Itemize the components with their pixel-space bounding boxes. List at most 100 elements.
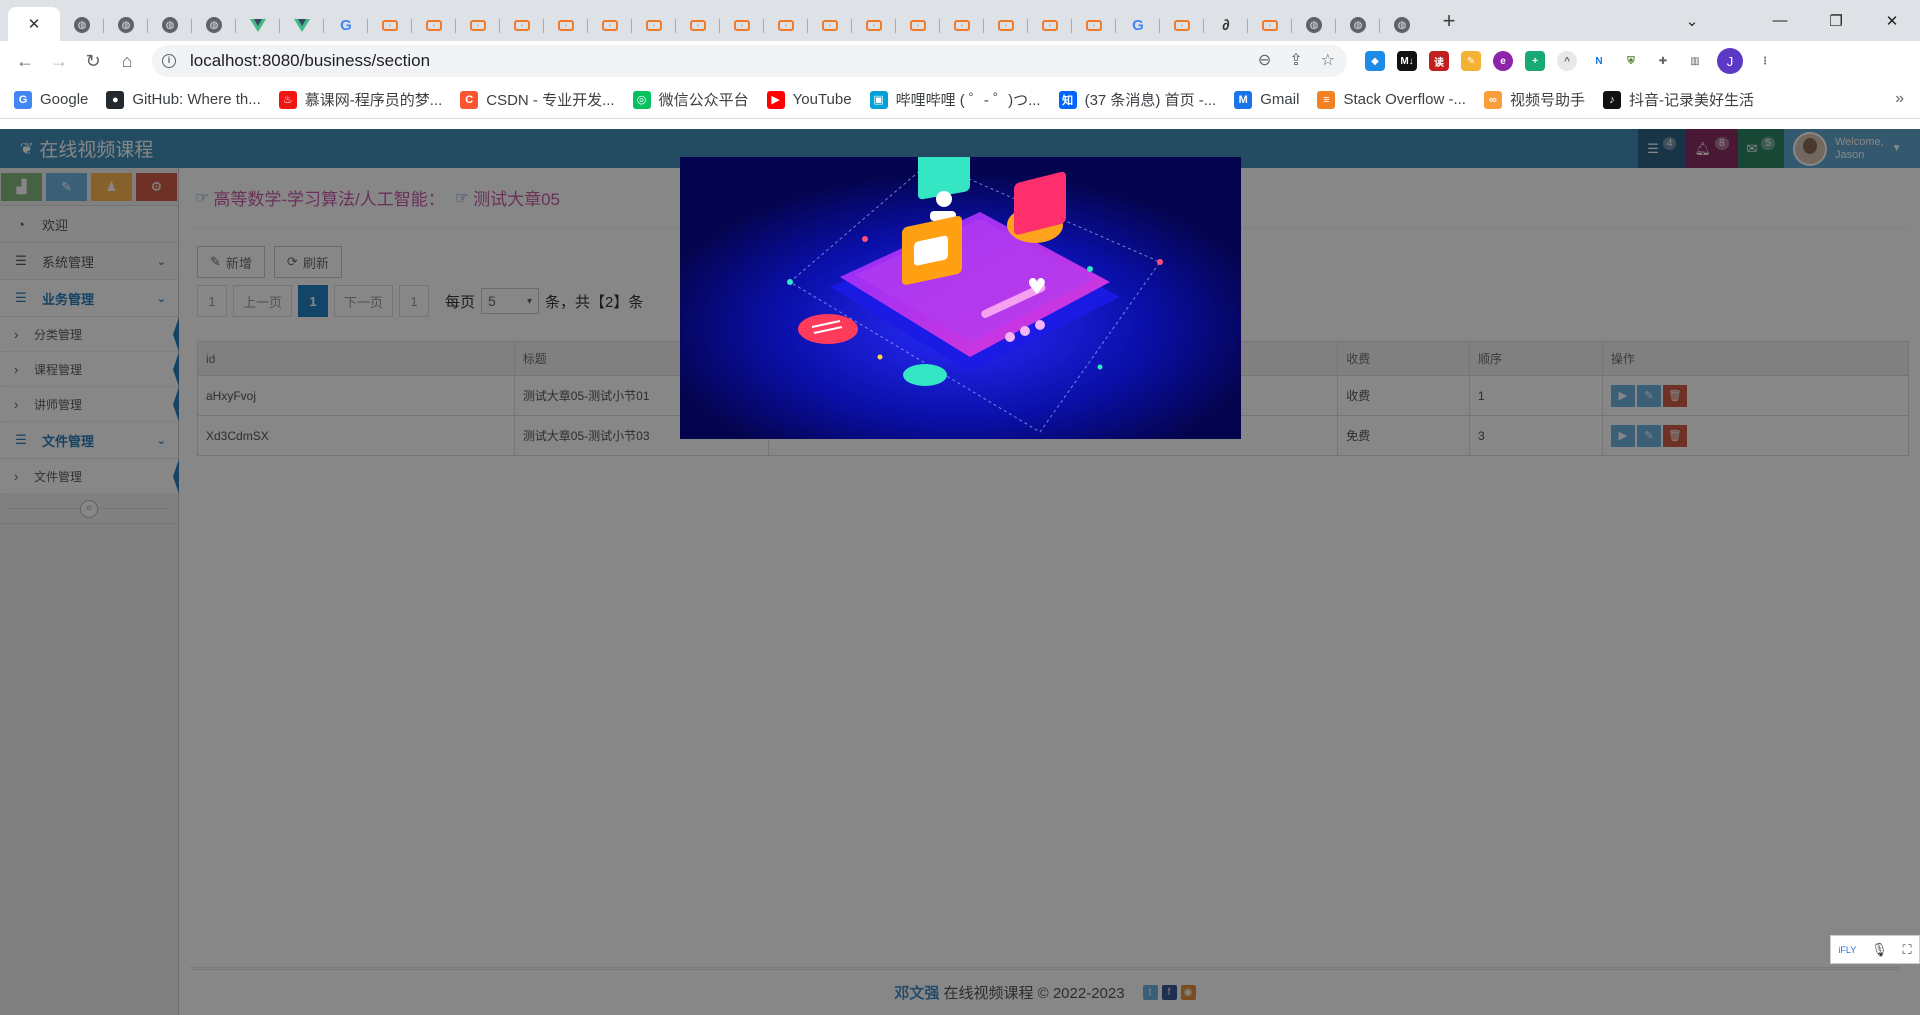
restore-button[interactable]: ❐ [1808, 0, 1864, 41]
reload-button[interactable]: ↻ [76, 44, 110, 78]
browser-tab[interactable]: · [456, 9, 500, 41]
markdown-extension-icon[interactable]: M↓ [1397, 51, 1417, 71]
bookmarks-more-button[interactable]: » [1895, 90, 1904, 108]
share-icon[interactable]: ⇪ [1289, 50, 1302, 70]
extension-icon[interactable]: e [1493, 51, 1513, 71]
shield-extension-icon[interactable]: ⛨ [1621, 51, 1641, 71]
bookmark-label: 慕课网-程序员的梦... [304, 92, 443, 109]
browser-tab[interactable]: · [588, 9, 632, 41]
bookmark-item[interactable]: ◎ 微信公众平台 [632, 89, 749, 110]
csdn-icon: · [910, 19, 926, 31]
browser-tab[interactable]: ◍ [1292, 9, 1336, 41]
browser-tab[interactable]: · [1248, 9, 1292, 41]
bookmark-label: (37 条消息) 首页 -... [1084, 92, 1217, 109]
isometric-phone-illustration: ✆ ♥ [680, 157, 1241, 439]
extension-icon[interactable]: ^ [1557, 51, 1577, 71]
csdn-icon: · [954, 19, 970, 31]
browser-tab[interactable]: · [1072, 9, 1116, 41]
side-panel-icon[interactable]: ▥ [1685, 51, 1705, 71]
extension-icon[interactable]: N [1589, 51, 1609, 71]
bookmark-item[interactable]: 知 (37 条消息) 首页 -... [1058, 89, 1217, 110]
csdn-icon: · [1262, 19, 1278, 31]
browser-tab[interactable]: · [632, 9, 676, 41]
browser-tab[interactable]: · [852, 9, 896, 41]
svg-text:♥: ♥ [1027, 275, 1047, 300]
browser-tab[interactable] [236, 9, 280, 41]
back-button[interactable]: ← [8, 44, 42, 78]
puzzle-icon[interactable]: ✚ [1653, 51, 1673, 71]
google-icon: G [340, 16, 352, 34]
browser-tab[interactable]: · [1160, 9, 1204, 41]
address-bar[interactable]: i localhost:8080/business/section ⊖ ⇪ ☆ [152, 45, 1347, 77]
globe-icon: ◍ [1394, 17, 1410, 33]
bookmark-item[interactable]: ♨ 慕课网-程序员的梦... [278, 89, 443, 110]
browser-tab[interactable]: · [808, 9, 852, 41]
bookmark-item[interactable]: ▶ YouTube [766, 89, 852, 110]
browser-tab[interactable]: · [720, 9, 764, 41]
bookmark-item[interactable]: ▣ 哔哩哔哩 ( ゜- ゜)つ... [869, 89, 1041, 110]
bookmark-item[interactable]: C CSDN - 专业开发... [460, 89, 615, 110]
screenshot-icon[interactable]: ⛶ [1902, 942, 1911, 958]
bookmark-icon: ≡ [1317, 90, 1336, 109]
bookmark-icon: ∞ [1483, 90, 1502, 109]
bookmark-item[interactable]: G Google [14, 89, 88, 110]
site-info-icon[interactable]: i [162, 54, 176, 68]
profile-avatar[interactable]: J [1717, 48, 1743, 74]
browser-tab[interactable]: · [896, 9, 940, 41]
browser-tab[interactable]: ◍ [192, 9, 236, 41]
bookmark-icon: ♨ [278, 90, 297, 109]
bookmark-label: CSDN - 专业开发... [486, 92, 615, 109]
csdn-icon: · [382, 19, 398, 31]
browser-tab[interactable]: ◍ [1380, 9, 1424, 41]
browser-tab[interactable]: · [500, 9, 544, 41]
bookmark-icon: C [460, 90, 479, 109]
browser-tab[interactable]: · [764, 9, 808, 41]
browser-tab[interactable] [280, 9, 324, 41]
csdn-icon: · [558, 19, 574, 31]
browser-tab[interactable]: ◍ [1336, 9, 1380, 41]
extension-icon[interactable]: ◆ [1365, 51, 1385, 71]
browser-tab[interactable]: ◍ [60, 9, 104, 41]
bookmark-icon: ▣ [869, 90, 888, 109]
browser-tab[interactable]: · [368, 9, 412, 41]
microphone-icon[interactable]: 🎙︎ [1871, 942, 1888, 958]
new-tab-button[interactable]: + [1434, 8, 1464, 34]
extensions-area: ◆ M↓ 读 ✎ e + ^ N ⛨ ✚ ▥ J ⋮ [1365, 48, 1775, 74]
ifly-icon[interactable]: iFLY [1838, 945, 1856, 955]
forward-button[interactable]: → [42, 44, 76, 78]
browser-tab[interactable]: · [940, 9, 984, 41]
notes-extension-icon[interactable]: ✎ [1461, 51, 1481, 71]
browser-tab[interactable]: ∂ [1204, 9, 1248, 41]
extension-icon[interactable]: + [1525, 51, 1545, 71]
browser-tab[interactable]: G [1116, 9, 1160, 41]
bookmark-item[interactable]: ≡ Stack Overflow -... [1317, 89, 1466, 110]
reader-extension-icon[interactable]: 读 [1429, 51, 1449, 71]
browser-tab[interactable]: G [324, 9, 368, 41]
bookmark-item[interactable]: ♪ 抖音-记录美好生活 [1602, 89, 1754, 110]
browser-tab[interactable]: · [984, 9, 1028, 41]
browser-tab[interactable]: ◍ [104, 9, 148, 41]
bookmark-label: 微信公众平台 [658, 92, 749, 109]
browser-tab[interactable]: ◍ [148, 9, 192, 41]
browser-tab[interactable]: · [544, 9, 588, 41]
bookmark-star-icon[interactable]: ☆ [1321, 50, 1335, 70]
minimize-button[interactable]: — [1752, 0, 1808, 41]
home-button[interactable]: ⌂ [110, 44, 144, 78]
bookmark-item[interactable]: ● GitHub: Where th... [106, 89, 261, 110]
browser-tab[interactable]: · [676, 9, 720, 41]
zoom-icon[interactable]: ⊖ [1258, 50, 1271, 70]
csdn-icon: · [602, 19, 618, 31]
bookmark-item[interactable]: M Gmail [1234, 89, 1299, 110]
browser-tab[interactable]: · [1028, 9, 1072, 41]
bookmark-item[interactable]: ∞ 视频号助手 [1483, 89, 1585, 110]
csdn-icon: · [470, 19, 486, 31]
close-window-button[interactable]: ✕ [1864, 0, 1920, 41]
tab-search-icon[interactable]: ⌄ [1664, 0, 1720, 41]
csdn-icon: · [822, 19, 838, 31]
globe-icon: ◍ [162, 17, 178, 33]
csdn-icon: · [514, 19, 530, 31]
browser-tab[interactable]: · [412, 9, 456, 41]
preview-image: ✆ ♥ [680, 157, 1241, 439]
menu-icon[interactable]: ⋮ [1755, 51, 1775, 71]
browser-tab[interactable]: ✕ [8, 7, 60, 41]
